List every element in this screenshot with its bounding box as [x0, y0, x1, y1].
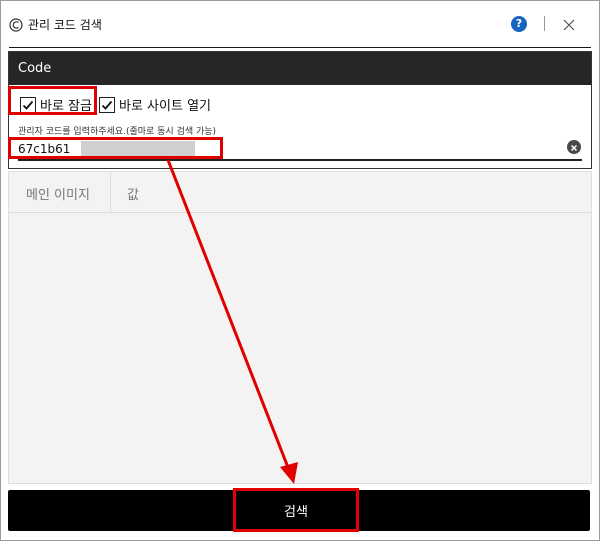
annotation-arrow — [166, 159, 298, 484]
